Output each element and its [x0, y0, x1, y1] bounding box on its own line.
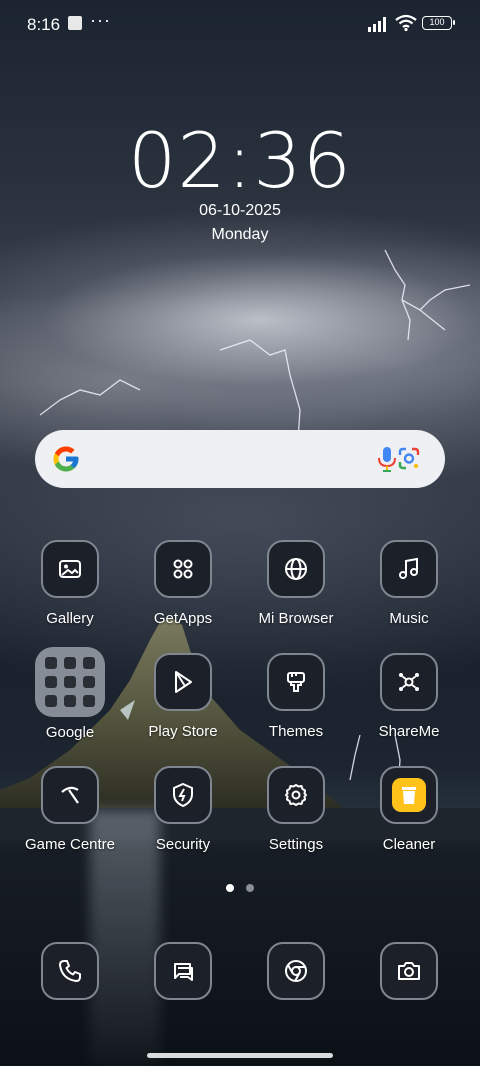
app-label: Game Centre — [24, 836, 116, 853]
app-label: Mi Browser — [258, 610, 334, 627]
app-settings[interactable]: Settings — [241, 766, 351, 853]
messaging-icon — [154, 942, 212, 1000]
more-notifications-icon: ··· — [90, 10, 111, 30]
app-label: Security — [155, 836, 211, 853]
camera-icon — [380, 942, 438, 1000]
app-play-store[interactable]: Play Store — [128, 653, 238, 740]
dock-chrome[interactable] — [267, 942, 325, 1000]
app-label: Gallery — [46, 610, 94, 627]
phone-icon — [41, 942, 99, 1000]
dock-camera[interactable] — [380, 942, 438, 1000]
app-cleaner[interactable]: Cleaner — [354, 766, 464, 853]
notification-icon — [68, 16, 82, 30]
app-security[interactable]: Security — [128, 766, 238, 853]
folder-google[interactable]: Google — [15, 647, 125, 741]
gear-icon — [267, 766, 325, 824]
getapps-icon — [154, 540, 212, 598]
gallery-icon — [41, 540, 99, 598]
status-bar: 8:16 ··· 100 — [0, 0, 480, 48]
globe-icon — [267, 540, 325, 598]
app-label: Themes — [268, 723, 324, 740]
music-note-icon — [380, 540, 438, 598]
paintbrush-icon — [267, 653, 325, 711]
battery-icon: 100 — [422, 16, 455, 30]
microphone-icon[interactable] — [375, 445, 399, 473]
dock-phone[interactable] — [41, 942, 99, 1000]
app-label: Cleaner — [382, 836, 436, 853]
app-gallery[interactable]: Gallery — [15, 540, 125, 627]
app-label: ShareMe — [378, 723, 440, 740]
dock-messaging[interactable] — [154, 942, 212, 1000]
play-store-icon — [154, 653, 212, 711]
clock-date: 06-10-2025 — [199, 202, 281, 219]
wifi-icon — [395, 14, 417, 32]
app-label: Settings — [268, 836, 324, 853]
clock-time[interactable]: 02:36 — [0, 116, 480, 205]
app-game-centre[interactable]: Game Centre — [15, 766, 125, 853]
game-centre-icon — [41, 766, 99, 824]
home-gesture-bar[interactable] — [147, 1053, 333, 1058]
chrome-icon — [267, 942, 325, 1000]
app-shareme[interactable]: ShareMe — [354, 653, 464, 740]
app-themes[interactable]: Themes — [241, 653, 351, 740]
page-indicator-active[interactable] — [226, 884, 234, 892]
cleaner-icon — [380, 766, 438, 824]
app-label: GetApps — [153, 610, 213, 627]
app-music[interactable]: Music — [354, 540, 464, 627]
share-nodes-icon — [380, 653, 438, 711]
google-search-bar[interactable] — [35, 430, 445, 488]
app-getapps[interactable]: GetApps — [128, 540, 238, 627]
page-indicator-inactive[interactable] — [246, 884, 254, 892]
shield-icon — [154, 766, 212, 824]
app-label: Play Store — [148, 723, 218, 740]
status-time: 8:16 — [27, 15, 61, 34]
google-logo-icon — [53, 446, 79, 472]
signal-icon — [368, 17, 386, 32]
google-folder-icon — [35, 647, 105, 717]
app-label: Music — [389, 610, 429, 627]
google-lens-icon[interactable] — [397, 445, 421, 473]
app-mi-browser[interactable]: Mi Browser — [241, 540, 351, 627]
app-label: Google — [45, 724, 95, 741]
clock-day: Monday — [211, 226, 269, 243]
